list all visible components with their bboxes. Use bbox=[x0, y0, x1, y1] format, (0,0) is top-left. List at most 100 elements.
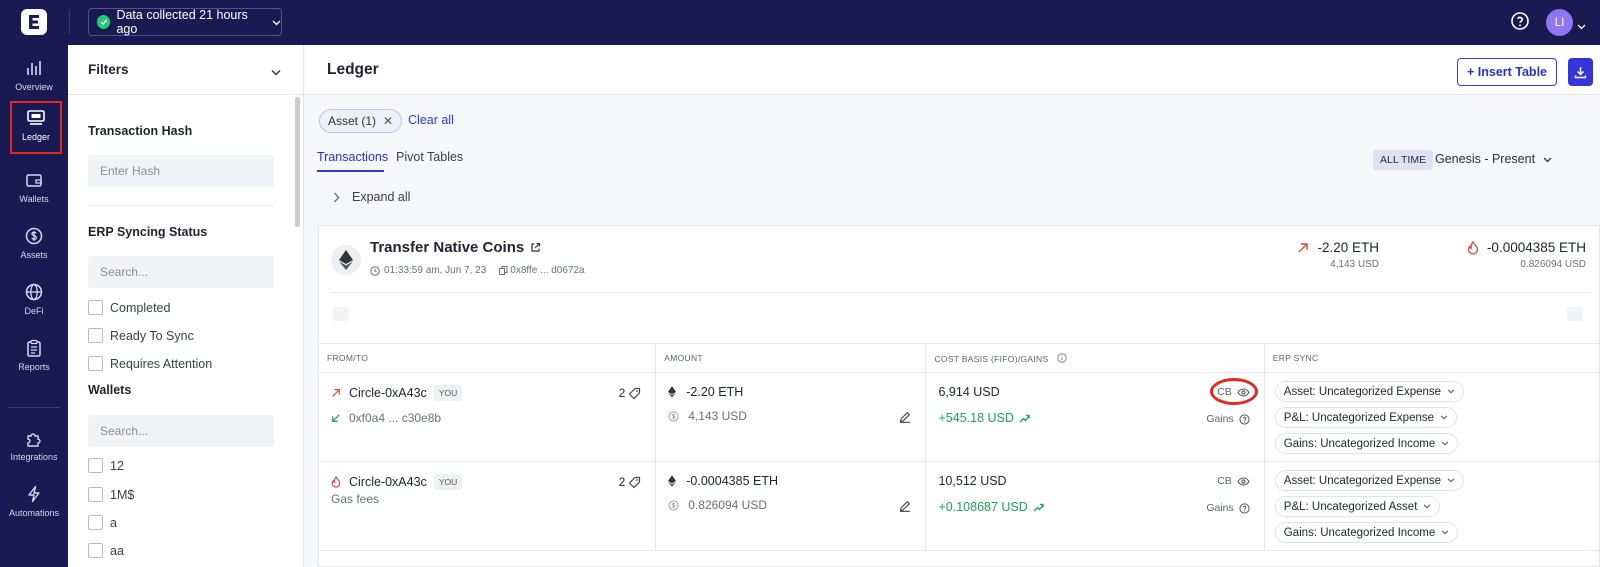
checkbox[interactable] bbox=[88, 487, 103, 502]
nav-defi[interactable]: DeFi bbox=[0, 277, 68, 329]
cb-view-toggle[interactable]: CB bbox=[1217, 475, 1250, 487]
transaction-title[interactable]: Transfer Native Coins bbox=[370, 239, 541, 256]
copy-icon[interactable] bbox=[499, 266, 508, 275]
checkbox-label: Completed bbox=[110, 300, 171, 315]
clear-all-link[interactable]: Clear all bbox=[408, 113, 454, 127]
wallet-option[interactable]: a bbox=[88, 515, 117, 530]
filters-header[interactable]: Filters bbox=[68, 45, 303, 95]
tag-icon bbox=[628, 476, 641, 488]
data-status-dropdown[interactable]: Data collected 21 hours ago bbox=[88, 8, 282, 36]
tab-pivot-tables[interactable]: Pivot Tables bbox=[396, 150, 463, 164]
external-link-icon[interactable] bbox=[530, 242, 541, 253]
filters-panel: Filters Transaction Hash ERP Syncing Sta… bbox=[68, 45, 304, 567]
nav-overview[interactable]: Overview bbox=[0, 53, 68, 105]
checkbox[interactable] bbox=[88, 458, 103, 473]
close-icon[interactable]: ✕ bbox=[383, 114, 393, 128]
nav-reports[interactable]: Reports bbox=[0, 333, 68, 385]
transaction-hash[interactable]: 0x8ffe ... d0672a bbox=[510, 265, 584, 276]
erp-asset-dropdown[interactable]: Asset: Uncategorized Expense bbox=[1274, 470, 1465, 491]
app-logo-icon[interactable] bbox=[21, 9, 47, 35]
ethereum-icon bbox=[668, 475, 677, 487]
from-wallet[interactable]: Circle-0xA43c bbox=[349, 475, 427, 489]
placeholder-block bbox=[1567, 307, 1583, 321]
wallets-search-input[interactable] bbox=[88, 415, 274, 447]
wallet-option[interactable]: 1M$ bbox=[88, 487, 134, 502]
time-range-dropdown[interactable]: Genesis - Present bbox=[1435, 152, 1552, 166]
lightning-icon bbox=[28, 485, 40, 503]
insert-table-button[interactable]: + Insert Table bbox=[1457, 58, 1557, 86]
from-wallet[interactable]: Circle-0xA43c bbox=[349, 386, 427, 400]
erp-search-input[interactable] bbox=[88, 256, 274, 288]
table-row: Circle-0xA43c YOU 2 0xf0a4 ... c30e8b -2… bbox=[317, 372, 1600, 462]
gas-fees-label: Gas fees bbox=[331, 492, 380, 506]
erp-option-completed[interactable]: Completed bbox=[88, 300, 170, 315]
user-avatar[interactable]: LI bbox=[1546, 9, 1573, 36]
transaction-time: 01:33:59 am, Jun 7, 23 bbox=[384, 265, 487, 276]
nav-integrations[interactable]: Integrations bbox=[0, 423, 68, 475]
asset-filter-chip[interactable]: Asset (1) ✕ bbox=[319, 109, 403, 133]
erp-asset-dropdown[interactable]: Asset: Uncategorized Expense bbox=[1274, 381, 1465, 402]
amount-value: -2.20 ETH bbox=[686, 385, 744, 399]
tag-icon bbox=[628, 387, 641, 399]
nav-automations[interactable]: Automations bbox=[0, 479, 68, 531]
checkbox[interactable] bbox=[88, 515, 103, 530]
expand-all-toggle[interactable]: Expand all bbox=[333, 190, 410, 204]
tag-count[interactable]: 2 bbox=[619, 475, 642, 489]
fee-usd: 0.826094 USD bbox=[1520, 259, 1586, 270]
erp-gains-dropdown[interactable]: Gains: Uncategorized Income bbox=[1274, 522, 1459, 543]
column-header: FROM/TO bbox=[317, 343, 657, 373]
filters-scrollbar[interactable] bbox=[295, 97, 300, 227]
pencil-icon[interactable] bbox=[899, 411, 911, 423]
chevron-down-icon[interactable] bbox=[1577, 18, 1586, 33]
puzzle-icon bbox=[27, 433, 41, 447]
tx-hash-label: Transaction Hash bbox=[88, 124, 193, 138]
nav-wallets[interactable]: Wallets bbox=[0, 165, 68, 217]
checkbox-label: 12 bbox=[110, 458, 124, 473]
checkbox[interactable] bbox=[88, 356, 103, 371]
dollar-coin-icon bbox=[668, 499, 679, 511]
erp-gains-dropdown[interactable]: Gains: Uncategorized Income bbox=[1274, 433, 1459, 454]
checkbox[interactable] bbox=[88, 300, 103, 315]
download-button[interactable] bbox=[1568, 58, 1593, 86]
tag-count-value: 2 bbox=[618, 475, 626, 489]
checkbox[interactable] bbox=[88, 543, 103, 558]
erp-pnl-dropdown[interactable]: P&L: Uncategorized Expense bbox=[1274, 407, 1458, 428]
nav-ledger[interactable]: Ledger bbox=[10, 101, 62, 154]
page-title: Ledger bbox=[327, 61, 379, 78]
erp-pnl-dropdown[interactable]: P&L: Uncategorized Asset bbox=[1274, 496, 1441, 517]
nav-assets[interactable]: Assets bbox=[0, 221, 68, 273]
nav-label: Assets bbox=[20, 250, 48, 260]
amount-cell: -2.20 ETH 4,143 USD bbox=[655, 372, 927, 462]
chip-label: Asset (1) bbox=[328, 114, 377, 128]
column-header: COST BASIS (FIFO)/GAINS bbox=[925, 343, 1265, 373]
checkbox-label: a bbox=[110, 515, 117, 530]
help-icon bbox=[1239, 502, 1250, 514]
help-icon[interactable] bbox=[1510, 11, 1530, 31]
nav-divider bbox=[8, 407, 60, 408]
to-address[interactable]: 0xf0a4 ... c30e8b bbox=[349, 411, 441, 425]
gains-help[interactable]: Gains bbox=[1206, 502, 1250, 514]
tx-hash-input[interactable] bbox=[88, 155, 274, 187]
tag-count[interactable]: 2 bbox=[619, 386, 642, 400]
transaction-out-summary: -2.20 ETH 4,143 USD bbox=[1279, 240, 1379, 270]
chevron-down-icon bbox=[272, 15, 281, 29]
transaction-meta: 01:33:59 am, Jun 7, 23 0x8ffe ... d0672a bbox=[370, 265, 585, 276]
checkbox-label: 1M$ bbox=[110, 487, 135, 502]
erp-option-requires-attention[interactable]: Requires Attention bbox=[88, 356, 212, 371]
pencil-icon[interactable] bbox=[899, 500, 911, 512]
nav-label: Wallets bbox=[19, 194, 49, 204]
download-icon bbox=[1574, 66, 1587, 78]
chevron-down-icon[interactable] bbox=[271, 64, 281, 79]
chevron-down-icon bbox=[1441, 441, 1449, 446]
filters-title: Filters bbox=[88, 62, 129, 77]
info-icon[interactable] bbox=[1057, 352, 1067, 363]
wallet-option[interactable]: aa bbox=[88, 543, 124, 558]
gains-help[interactable]: Gains bbox=[1206, 413, 1250, 425]
checkbox-label: aa bbox=[110, 543, 124, 558]
wallet-option[interactable]: 12 bbox=[88, 458, 124, 473]
cost-basis-value: 10,512 USD bbox=[938, 474, 1007, 488]
ethereum-icon bbox=[668, 386, 677, 398]
checkbox[interactable] bbox=[88, 328, 103, 343]
tab-transactions[interactable]: Transactions bbox=[317, 150, 388, 164]
erp-option-ready-to-sync[interactable]: Ready To Sync bbox=[88, 328, 194, 343]
